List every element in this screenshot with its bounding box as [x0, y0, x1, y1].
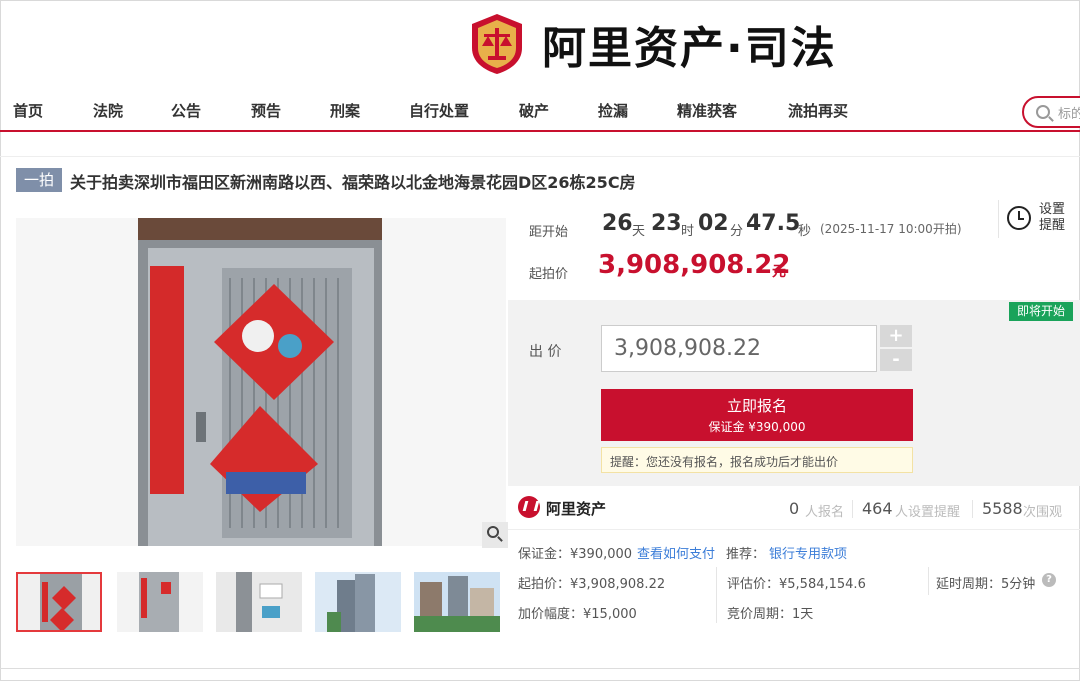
- countdown-hours-unit: 时: [681, 224, 695, 239]
- view-count-label: 次围观: [1023, 505, 1063, 520]
- delay-period-info: 延时周期：5分钟: [936, 577, 1036, 592]
- search-placeholder: 标的: [1058, 107, 1080, 122]
- signup-count: 0: [789, 499, 800, 518]
- signup-deposit-label: 保证金 ¥390,000: [708, 420, 806, 434]
- platform-name: 阿里资产: [546, 500, 607, 518]
- recommend-label: 推荐：: [726, 547, 766, 562]
- nav-item-criminal[interactable]: 刑案: [330, 100, 360, 121]
- view-count: 5588: [982, 499, 1023, 518]
- thumbnail-image: [117, 572, 203, 632]
- start-price-info: 起拍价：¥3,908,908.22: [518, 577, 666, 592]
- start-price-label: 起拍价: [529, 267, 569, 282]
- start-price-value: 3,908,908.22: [598, 250, 791, 280]
- thumbnail-image: [18, 574, 100, 630]
- deposit-info: 保证金：¥390,000: [518, 547, 633, 562]
- thumbnail-4[interactable]: [315, 572, 401, 632]
- auction-round-tag: 一拍: [16, 168, 62, 192]
- zoom-icon: [487, 526, 499, 538]
- zoom-button[interactable]: [482, 522, 508, 548]
- reminder-label: 设置提醒: [1039, 202, 1066, 233]
- how-to-pay-link[interactable]: 查看如何支付: [637, 543, 715, 562]
- thumbnail-image: [414, 572, 500, 632]
- alarm-clock-icon: [1007, 206, 1031, 230]
- bid-period-info: 竞价周期：1天: [727, 607, 814, 622]
- appraisal-info: 评估价：¥5,584,154.6: [727, 577, 866, 592]
- nav-item-preview[interactable]: 预告: [251, 100, 281, 121]
- court-emblem-icon: [468, 12, 526, 76]
- ali-asset-logo-icon: [518, 496, 540, 518]
- decrease-bid-button[interactable]: -: [880, 349, 912, 371]
- countdown-hours: 23: [651, 211, 682, 236]
- search-input[interactable]: 标的: [1022, 96, 1080, 128]
- increase-bid-button[interactable]: +: [880, 325, 912, 347]
- divider: [928, 567, 929, 595]
- divider: [852, 500, 853, 518]
- listing-title: 关于拍卖深圳市福田区新洲南路以西、福荣路以北金地海景花园D区26栋25C房: [70, 173, 636, 192]
- thumbnail-1[interactable]: [16, 572, 102, 632]
- countdown-seconds: 47.5: [746, 211, 801, 236]
- nav-item-court[interactable]: 法院: [93, 100, 123, 121]
- bid-label: 出 价: [529, 344, 562, 360]
- countdown-seconds-unit: 秒: [798, 224, 812, 239]
- bank-payment-link[interactable]: 银行专用款项: [769, 543, 847, 562]
- start-price-unit: 元: [772, 264, 786, 280]
- main-nav: 首页 法院 公告 预告 刑案 自行处置 破产 捡漏 精准获客 流拍再买: [0, 90, 1080, 132]
- signup-button[interactable]: 立即报名 保证金 ¥390,000: [601, 389, 913, 441]
- site-logo[interactable]: 阿里资产·司法: [468, 8, 837, 80]
- divider: [972, 500, 973, 518]
- nav-item-self-disposal[interactable]: 自行处置: [409, 100, 469, 121]
- thumbnail-image: [315, 572, 401, 632]
- divider: [0, 156, 1080, 157]
- reminder-count: 464: [862, 499, 893, 518]
- thumbnail-2[interactable]: [117, 572, 203, 632]
- countdown-label: 距开始: [529, 225, 569, 240]
- set-reminder-button[interactable]: 设置提醒: [998, 200, 1078, 238]
- thumbnail-image: [216, 572, 302, 632]
- door-photo-image: [16, 218, 506, 546]
- reminder-count-label: 人设置提醒: [895, 505, 961, 520]
- nav-item-rebuy[interactable]: 流拍再买: [788, 100, 848, 121]
- signup-tip: 提醒：您还没有报名，报名成功后才能出价: [601, 447, 913, 473]
- thumbnail-3[interactable]: [216, 572, 302, 632]
- nav-item-home[interactable]: 首页: [13, 100, 43, 121]
- countdown-minutes-unit: 分: [730, 224, 744, 239]
- brand-name: 阿里资产·司法: [542, 23, 837, 74]
- countdown-days-unit: 天: [632, 224, 646, 239]
- search-icon: [1036, 105, 1050, 119]
- countdown-days: 26: [602, 211, 633, 236]
- main-photo[interactable]: [16, 218, 506, 546]
- divider: [716, 567, 717, 623]
- nav-item-notice[interactable]: 公告: [171, 100, 201, 121]
- status-badge: 即将开始: [1009, 302, 1073, 321]
- divider: [0, 668, 1080, 669]
- nav-item-bargain[interactable]: 捡漏: [598, 100, 628, 121]
- nav-item-bankruptcy[interactable]: 破产: [519, 100, 549, 121]
- signup-button-label: 立即报名: [726, 397, 787, 415]
- bid-amount-input[interactable]: [601, 325, 877, 372]
- signup-count-label: 人报名: [805, 505, 845, 520]
- help-icon[interactable]: ?: [1042, 573, 1056, 587]
- countdown-minutes: 02: [698, 211, 729, 236]
- thumbnail-5[interactable]: [414, 572, 500, 632]
- increment-info: 加价幅度：¥15,000: [518, 607, 637, 622]
- nav-item-customer[interactable]: 精准获客: [677, 100, 737, 121]
- start-time-note: (2025-11-17 10:00开拍): [820, 222, 962, 236]
